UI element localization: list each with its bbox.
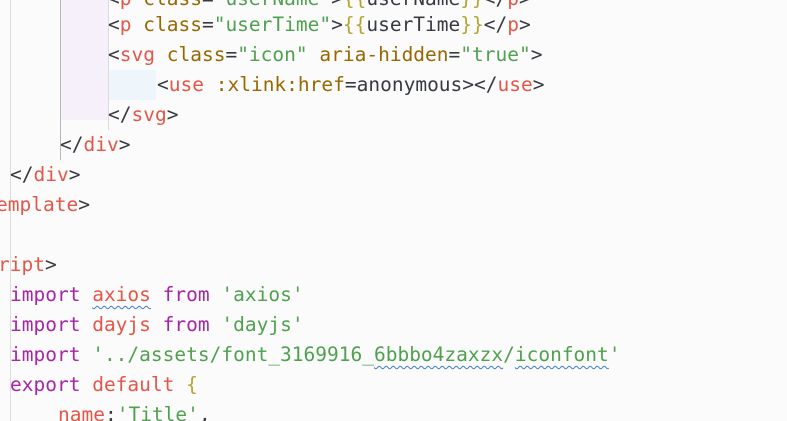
- code-editor[interactable]: <p class="userName">{{userName}}</p> <p …: [0, 0, 787, 421]
- token: >: [78, 193, 90, 216]
- token: >: [331, 13, 343, 36]
- token: =: [448, 43, 461, 66]
- token: </: [483, 13, 508, 36]
- token: >: [519, 0, 531, 10]
- string-token: ': [608, 343, 621, 366]
- token: </: [10, 163, 34, 186]
- token: =: [344, 73, 357, 96]
- token: </: [60, 133, 84, 156]
- mustache-token: {{: [342, 13, 367, 36]
- code-line: <svg class="icon" aria-hidden="true">: [108, 40, 542, 70]
- string-token: 'Title': [116, 403, 199, 421]
- code-line: <p class="userTime">{{userTime}}</p>: [108, 10, 531, 40]
- tag-token: p: [507, 0, 519, 10]
- token: =: [225, 43, 238, 66]
- attr-token: class: [143, 0, 202, 10]
- token: <: [108, 43, 120, 66]
- token: <: [108, 13, 120, 36]
- token: >: [44, 253, 57, 276]
- string-token-flagged: iconfont: [514, 343, 609, 366]
- attr-token: class: [166, 43, 226, 66]
- code-line: </div>: [10, 160, 80, 190]
- expr-token: userName: [366, 0, 460, 10]
- string-token: "userTime": [213, 13, 332, 36]
- code-line: import '../assets/font_3169916_6bbbo4zax…: [10, 340, 621, 370]
- brace-token: {: [186, 373, 198, 396]
- indent-highlight: [108, 70, 156, 100]
- token: >: [68, 163, 81, 186]
- identifier-token: dayjs: [92, 313, 151, 336]
- tag-token: p: [507, 13, 519, 36]
- expr-token: userTime: [366, 13, 461, 36]
- identifier-token: axios: [92, 283, 151, 306]
- string-token: /: [503, 343, 515, 366]
- tag-token: ript: [0, 253, 45, 276]
- code-line: name:'Title',: [58, 400, 211, 421]
- token: ></: [462, 73, 498, 96]
- mustache-token: }}: [460, 0, 483, 10]
- tag-token: use: [168, 73, 204, 96]
- tag-token: svg: [131, 103, 167, 126]
- tag-token: emplate: [0, 193, 79, 216]
- token: =: [201, 13, 214, 36]
- value-token: anonymous: [356, 73, 463, 96]
- code-line: emplate>: [0, 190, 90, 220]
- code-line: <use :xlink:href=anonymous></use>: [157, 70, 545, 100]
- tag-token: use: [497, 73, 533, 96]
- keyword-token: from: [162, 283, 210, 306]
- token: </: [484, 0, 507, 10]
- string-token: 'axios': [221, 283, 304, 306]
- code-line: import dayjs from 'dayjs': [10, 310, 304, 340]
- token: :: [104, 403, 117, 421]
- tag-token: svg: [119, 43, 155, 66]
- attr-token: aria-hidden: [319, 43, 449, 66]
- tag-token: div: [83, 133, 119, 156]
- bracket-pair-highlight: [60, 0, 108, 120]
- code-line: import axios from 'axios': [10, 280, 304, 310]
- string-token-flagged: 6bbbo4zaxzx: [373, 343, 504, 366]
- keyword-token: import: [10, 313, 81, 336]
- code-line: </svg>: [108, 100, 178, 130]
- token: <: [157, 73, 169, 96]
- string-token: 'dayjs': [221, 313, 304, 336]
- tag-token: div: [33, 163, 69, 186]
- keyword-token: import: [10, 283, 81, 306]
- token: >: [118, 133, 131, 156]
- attr-token: class: [143, 13, 202, 36]
- tag-token: p: [119, 13, 132, 36]
- token: >: [518, 13, 531, 36]
- token: ,: [198, 403, 211, 421]
- string-token: "icon": [237, 43, 308, 66]
- token: </: [108, 103, 132, 126]
- indent-guide: [10, 400, 11, 421]
- keyword-token: export: [10, 373, 81, 396]
- tag-token: p: [120, 0, 132, 10]
- attr-token: :xlink:href: [215, 73, 345, 96]
- code-line: export default {: [10, 370, 198, 400]
- property-token: name: [58, 403, 105, 421]
- mustache-token: {{: [343, 0, 366, 10]
- token: <: [108, 0, 120, 10]
- token: >: [530, 43, 543, 66]
- string-token: '../assets/font_3169916_: [92, 343, 374, 366]
- token: >: [532, 73, 545, 96]
- token: >: [331, 0, 343, 10]
- keyword-token: import: [10, 343, 81, 366]
- code-line: </div>: [60, 130, 130, 160]
- keyword-token: default: [92, 373, 175, 396]
- token: =: [202, 0, 214, 10]
- string-token: "true": [460, 43, 531, 66]
- code-line: ript>: [0, 250, 57, 280]
- token: >: [166, 103, 179, 126]
- keyword-token: from: [162, 313, 210, 336]
- string-token: "userName": [214, 0, 331, 10]
- mustache-token: }}: [460, 13, 484, 36]
